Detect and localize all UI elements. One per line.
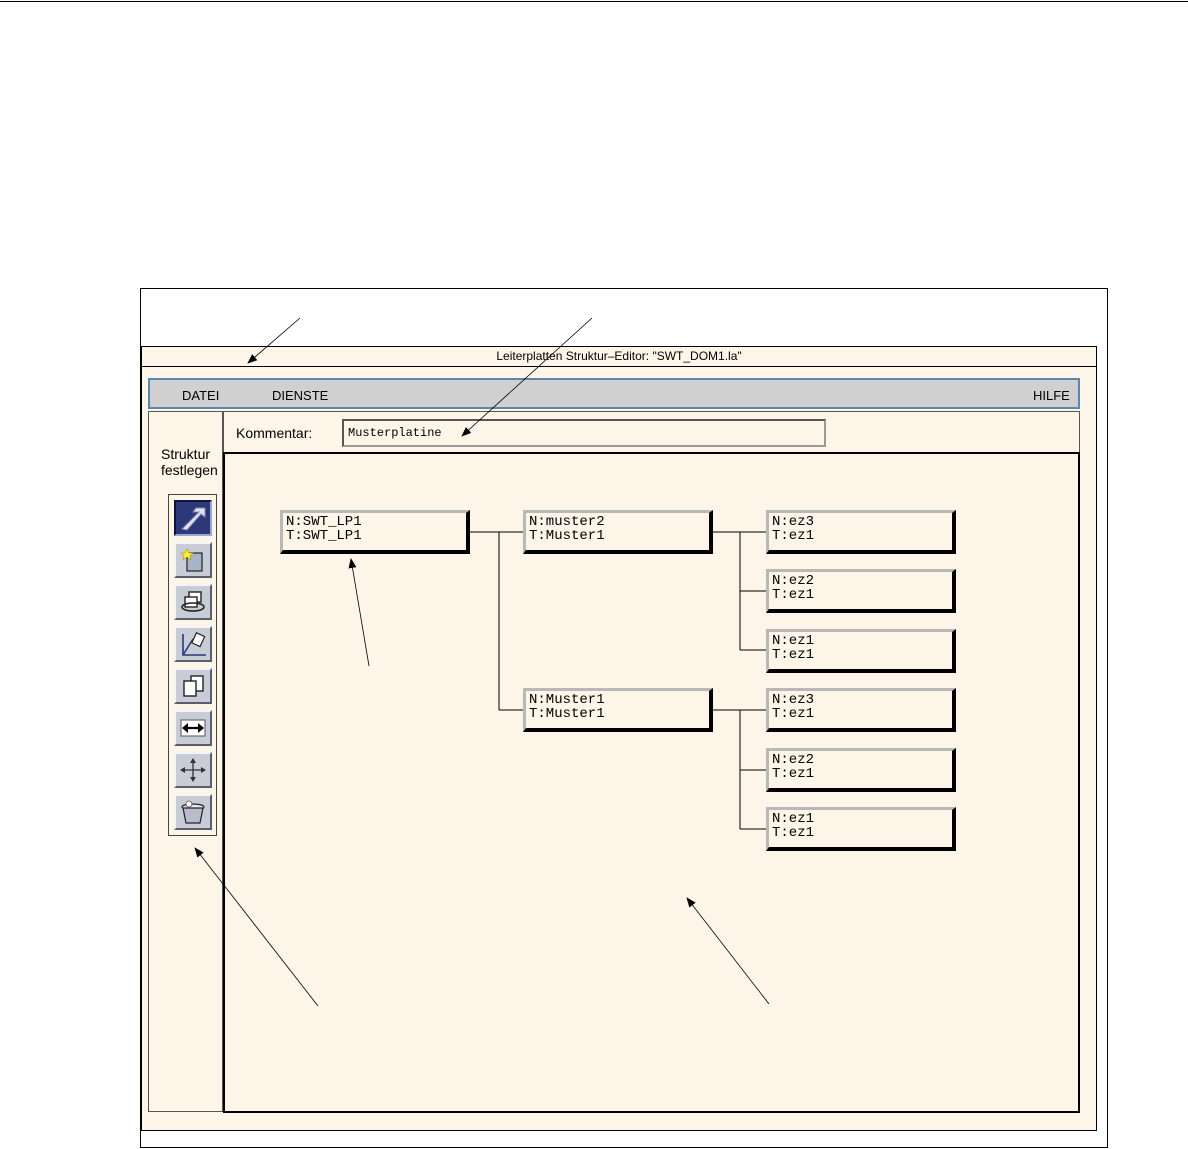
move-icon [180, 758, 206, 782]
node-name: N:ez1 [772, 633, 815, 649]
tool-select[interactable] [174, 500, 212, 536]
node-type: T:Muster1 [529, 706, 605, 722]
node-name: N:ez2 [772, 573, 815, 589]
tool-move[interactable] [174, 752, 212, 788]
structure-canvas[interactable]: N:SWT_LP1 T:SWT_LP1 N:muster2 T:Muster1 … [223, 452, 1080, 1113]
node-name: N:ez3 [772, 514, 815, 530]
node-type: T:ez1 [772, 587, 815, 603]
node-type: T:ez1 [772, 647, 815, 663]
tool-copy[interactable] [174, 668, 212, 704]
node-name: N:muster2 [529, 514, 605, 530]
edit-link-icon [182, 631, 206, 656]
node-level1[interactable]: N:muster2 T:Muster1 [523, 510, 713, 554]
swap-icon [180, 719, 206, 737]
node-type: T:ez1 [772, 766, 815, 782]
menu-hilfe[interactable]: HILFE [1033, 388, 1070, 403]
node-type: T:ez1 [772, 825, 815, 841]
node-type: T:Muster1 [529, 528, 605, 544]
menu-dienste[interactable]: DIENSTE [272, 388, 328, 403]
tool-delete[interactable] [174, 794, 212, 830]
node-root[interactable]: N:SWT_LP1 T:SWT_LP1 [280, 510, 470, 554]
rotate-copy-icon [181, 591, 205, 612]
select-arrow-icon [180, 507, 206, 531]
main-panel: Kommentar: N:SWT_LP1 [223, 411, 1080, 1113]
tool-panel-title-line1: Struktur [161, 446, 211, 462]
node-name: N:ez1 [772, 811, 815, 827]
new-node-icon [180, 548, 203, 572]
tool-rotate-copy[interactable] [174, 584, 212, 620]
node-level2[interactable]: N:ez2 T:ez1 [766, 748, 956, 792]
menu-datei[interactable]: DATEI [182, 388, 219, 403]
tool-new-node[interactable] [174, 542, 212, 578]
toolbar [168, 494, 217, 836]
tool-edit-link[interactable] [174, 626, 212, 662]
tool-panel: Struktur festlegen [148, 411, 223, 1112]
node-level1[interactable]: N:Muster1 T:Muster1 [523, 688, 713, 732]
node-level2[interactable]: N:ez1 T:ez1 [766, 807, 956, 851]
menu-bar: DATEI DIENSTE HILFE [148, 378, 1080, 409]
copy-icon [183, 675, 204, 697]
comment-input[interactable] [342, 419, 826, 447]
tool-panel-title-line2: festlegen [161, 462, 218, 478]
node-type: T:ez1 [772, 706, 815, 722]
tool-panel-title: Struktur festlegen [161, 446, 218, 478]
page-top-rule [0, 1, 1188, 2]
node-level2[interactable]: N:ez3 T:ez1 [766, 510, 956, 554]
node-name: N:SWT_LP1 [286, 514, 362, 530]
node-name: N:Muster1 [529, 692, 605, 708]
trash-icon [181, 800, 205, 824]
node-name: N:ez3 [772, 692, 815, 708]
window-title: Leiterplatten Struktur–Editor: "SWT_DOM1… [142, 347, 1096, 367]
tool-swap[interactable] [174, 710, 212, 746]
comment-label: Kommentar: [236, 425, 313, 441]
node-name: N:ez2 [772, 752, 815, 768]
node-level2[interactable]: N:ez3 T:ez1 [766, 688, 956, 732]
node-type: T:ez1 [772, 528, 815, 544]
editor-window: Leiterplatten Struktur–Editor: "SWT_DOM1… [141, 346, 1097, 1131]
node-level2[interactable]: N:ez2 T:ez1 [766, 569, 956, 613]
node-level2[interactable]: N:ez1 T:ez1 [766, 629, 956, 673]
node-type: T:SWT_LP1 [286, 528, 362, 544]
